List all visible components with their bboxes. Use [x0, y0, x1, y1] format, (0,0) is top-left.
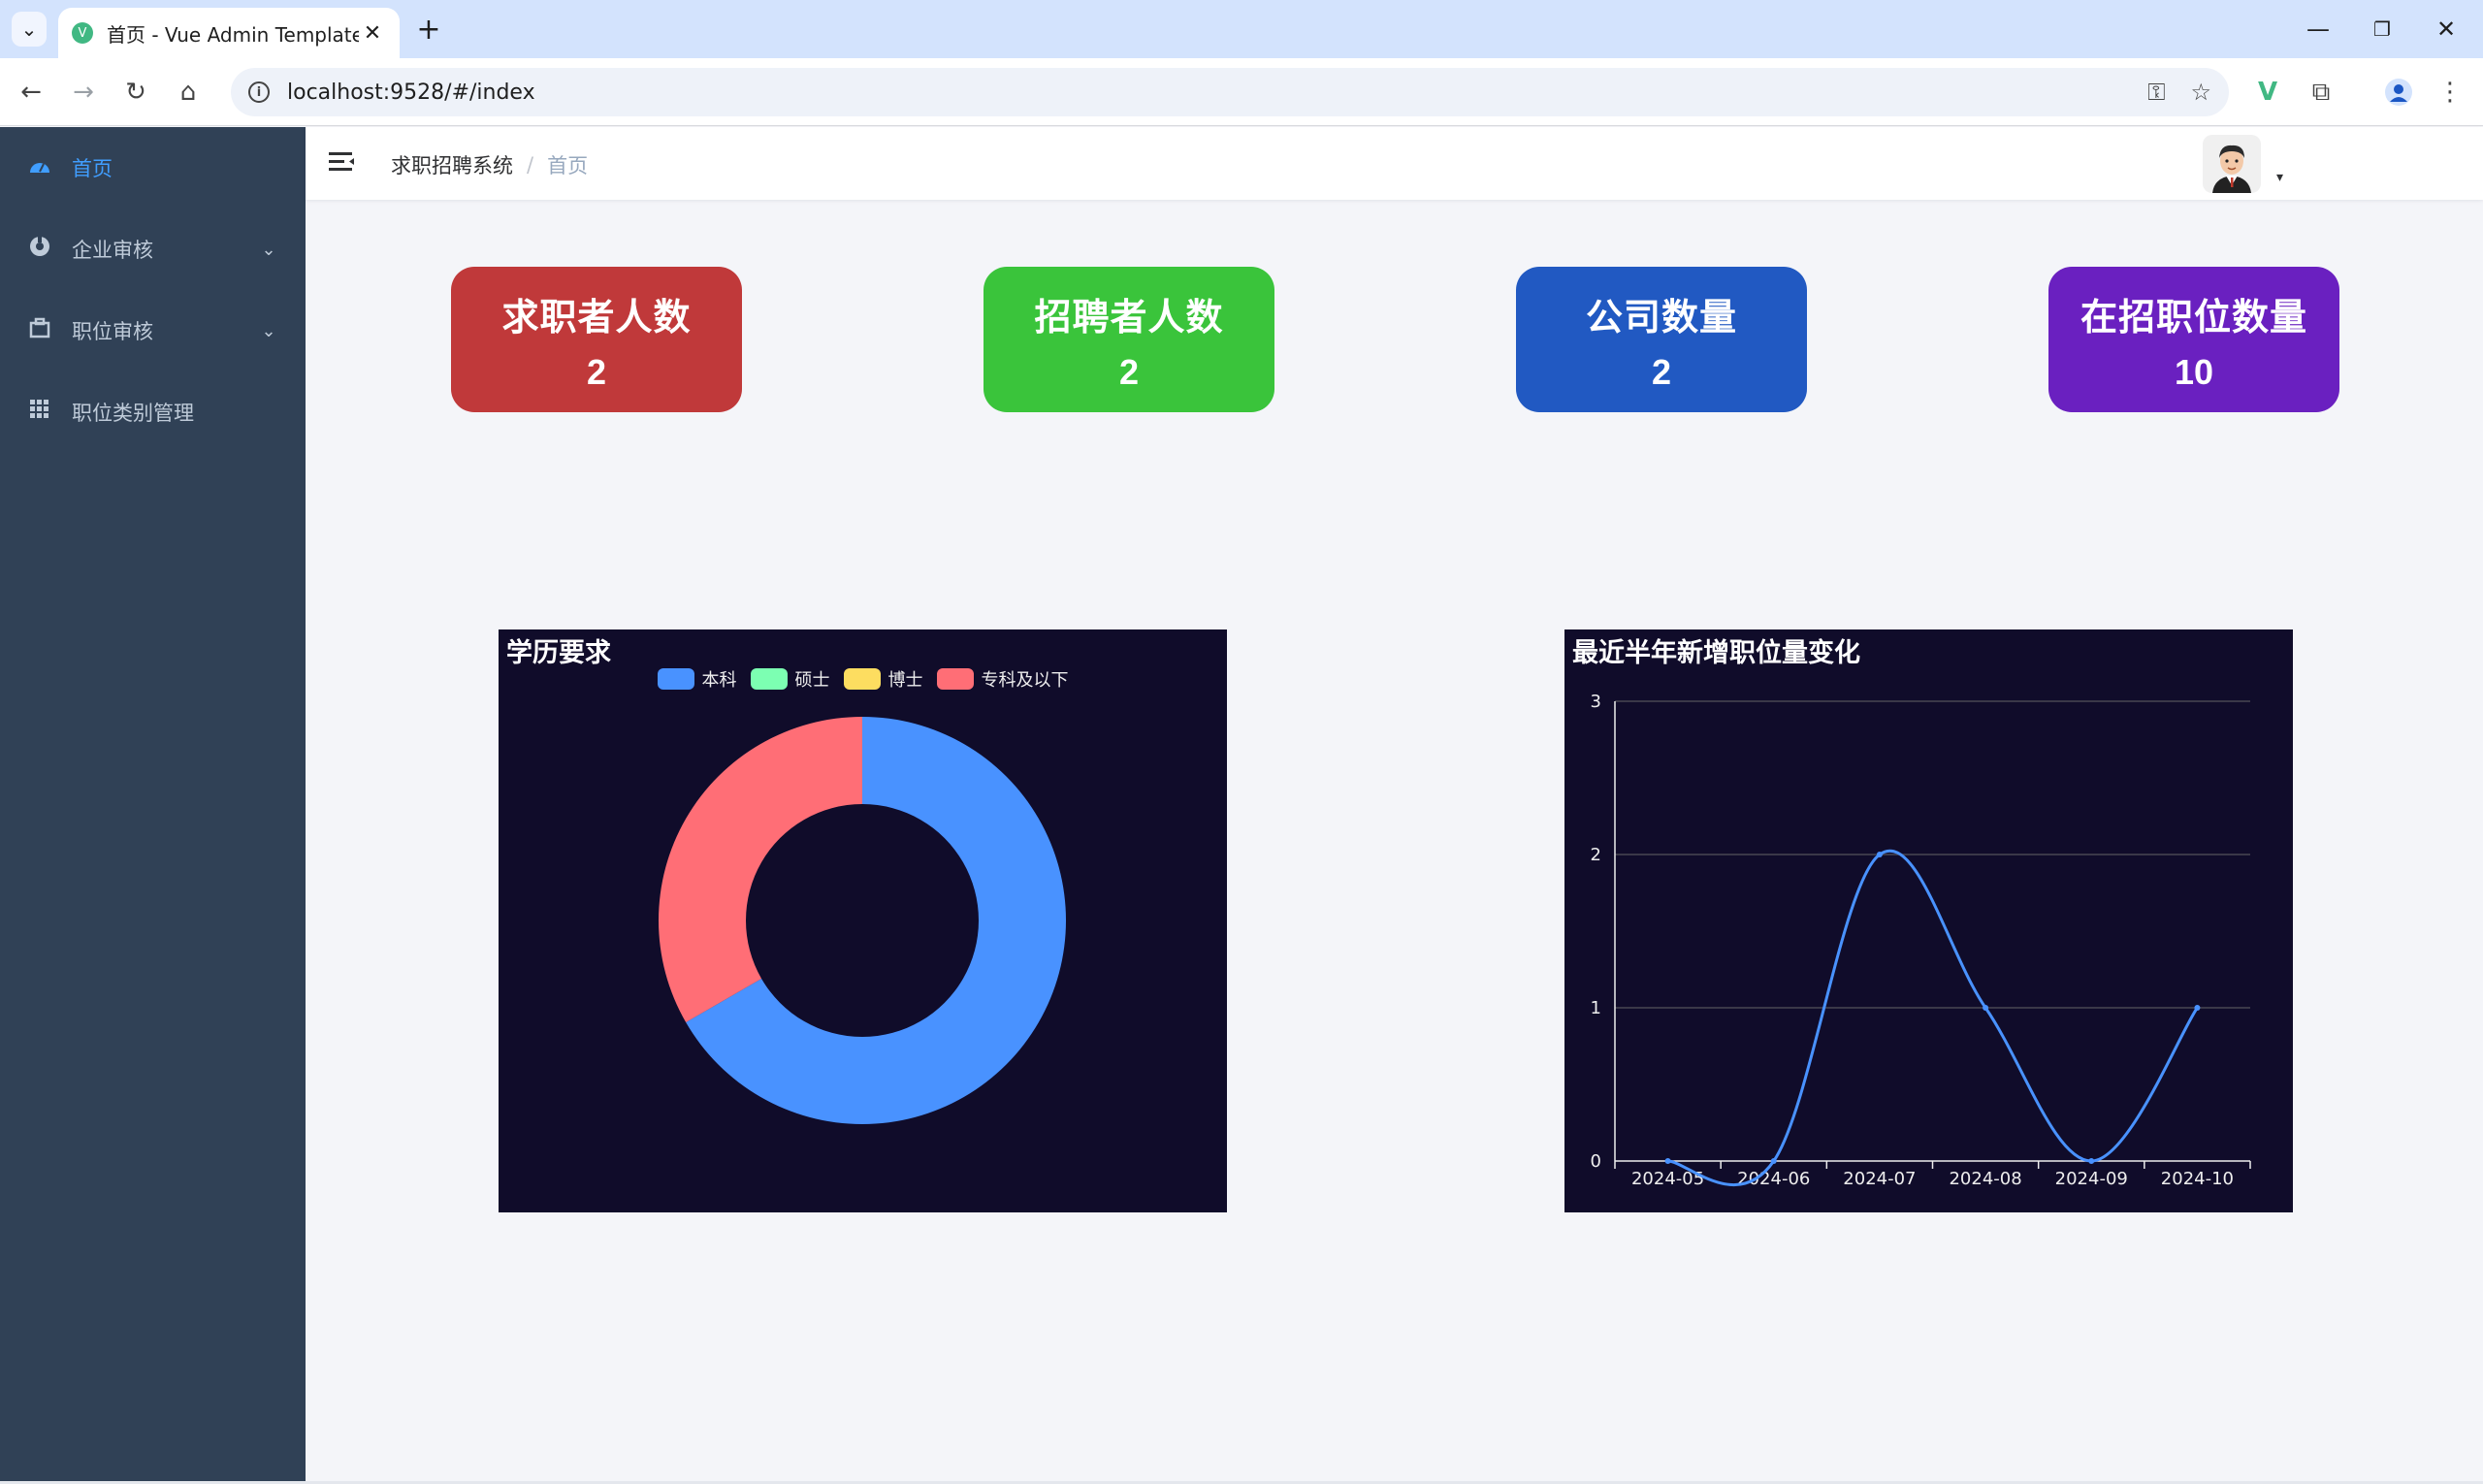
avatar[interactable]	[2203, 135, 2261, 193]
stat-label: 在招职位数量	[2080, 295, 2307, 339]
x-tick-label: 2024-09	[2055, 1169, 2128, 1189]
stat-label: 公司数量	[1585, 295, 1737, 339]
sidebar-item-label: 职位类别管理	[72, 402, 194, 425]
browser-toolbar: ← → ↻ ⌂ i localhost:9528/#/index ⚿ ☆ V ⧉…	[0, 58, 2483, 126]
top-navbar: 求职招聘系统 / 首页 ▾	[306, 127, 2483, 200]
series-line	[1667, 850, 2199, 1186]
address-bar[interactable]: i localhost:9528/#/index ⚿ ☆	[231, 68, 2229, 116]
line-plot: 01232024-05 2024-06 2024-07 2024-08 2024-09 2…	[1591, 692, 2251, 1189]
sidebar: 首页 企业审核 ⌄ 职位审核 ⌄ 职位类别管理	[0, 127, 306, 1484]
data-point[interactable]	[1770, 1158, 1777, 1164]
close-window-icon[interactable]: ✕	[2417, 10, 2475, 48]
stat-value: 10	[2174, 351, 2214, 392]
stat-card-companies: 公司数量 2	[1516, 267, 1807, 412]
sidebar-item-label: 首页	[72, 157, 113, 180]
sidebar-item-position-review[interactable]: 职位审核 ⌄	[0, 290, 306, 371]
stat-value: 2	[1118, 351, 1140, 392]
donut-plot	[659, 717, 1066, 1124]
stat-label: 招聘者人数	[1034, 295, 1224, 339]
company-icon	[27, 236, 52, 263]
sidebar-item-category-management[interactable]: 职位类别管理	[0, 371, 306, 453]
plus-icon[interactable]: +	[411, 12, 446, 47]
vue-favicon-icon: V	[72, 22, 93, 44]
restore-icon[interactable]: ❐	[2353, 10, 2411, 48]
stat-value: 2	[1651, 351, 1672, 392]
stat-value: 2	[586, 351, 607, 392]
x-tick-label: 2024-10	[2161, 1169, 2234, 1189]
chevron-down-icon[interactable]: ⌄	[12, 12, 47, 47]
close-icon[interactable]: ✕	[359, 21, 386, 46]
reload-icon[interactable]: ↻	[116, 73, 155, 112]
grid-icon	[27, 400, 52, 425]
breadcrumb-item-system[interactable]: 求职招聘系统	[391, 150, 513, 179]
data-point[interactable]	[1983, 1005, 1989, 1011]
profile-icon[interactable]	[2381, 75, 2416, 110]
data-point[interactable]	[1664, 1158, 1671, 1164]
back-icon[interactable]: ←	[12, 73, 50, 112]
y-tick-label: 1	[1591, 998, 1601, 1018]
star-icon[interactable]: ☆	[2190, 79, 2211, 106]
chevron-down-icon: ⌄	[261, 239, 276, 260]
info-icon[interactable]: i	[248, 81, 270, 103]
vue-devtools-icon[interactable]: V	[2250, 75, 2285, 110]
breadcrumb-item-current: 首页	[547, 154, 589, 177]
sidebar-item-label: 企业审核	[72, 239, 153, 262]
key-icon[interactable]: ⚿	[2147, 79, 2165, 106]
new-positions-line-chart: 最近半年新增职位量变化 0 1 2 3 2024-05 2024-06 2024-07 202…	[1564, 629, 2293, 1212]
x-tick-label: 2024-07	[1843, 1169, 1916, 1189]
caret-down-icon[interactable]: ▾	[2276, 170, 2283, 185]
breadcrumb: 求职招聘系统 / 首页	[391, 150, 588, 179]
y-tick-label: 2	[1591, 845, 1601, 865]
browser-tab-bar: ⌄ V 首页 - Vue Admin Template ✕ + — ❐ ✕	[0, 0, 2483, 58]
stat-label: 求职者人数	[501, 295, 692, 339]
forward-icon[interactable]: →	[64, 73, 103, 112]
sidebar-item-label: 职位审核	[72, 320, 153, 343]
data-point[interactable]	[2194, 1005, 2201, 1011]
stat-card-job-seekers: 求职者人数 2	[451, 267, 742, 412]
home-icon[interactable]: ⌂	[169, 73, 208, 112]
donut-slice-专科及以下[interactable]	[659, 717, 862, 1022]
dashboard-icon	[27, 156, 52, 180]
sidebar-item-company-review[interactable]: 企业审核 ⌄	[0, 209, 306, 290]
tab-title: 首页 - Vue Admin Template	[107, 22, 359, 47]
chevron-down-icon: ⌄	[261, 320, 276, 341]
hamburger-icon[interactable]	[329, 150, 356, 177]
education-donut-chart: 学历要求 本科 硕士 博士 专科及以下	[499, 629, 1227, 1212]
stat-card-open-positions: 在招职位数量 10	[2048, 267, 2339, 412]
browser-tab[interactable]: V 首页 - Vue Admin Template ✕	[58, 8, 400, 58]
minimize-icon[interactable]: —	[2289, 10, 2347, 48]
y-tick-label: 0	[1591, 1151, 1601, 1172]
x-tick-label: 2024-06	[1737, 1169, 1810, 1189]
sidebar-item-home[interactable]: 首页	[0, 127, 306, 209]
x-tick-label: 2024-08	[1949, 1169, 2021, 1189]
extensions-icon[interactable]: ⧉	[2304, 75, 2338, 110]
briefcase-icon	[27, 317, 52, 344]
more-icon[interactable]: ⋮	[2433, 75, 2467, 110]
stat-card-recruiters: 招聘者人数 2	[984, 267, 1274, 412]
y-tick-label: 3	[1591, 692, 1601, 712]
data-point[interactable]	[1876, 852, 1883, 857]
breadcrumb-separator: /	[527, 153, 534, 177]
url-text[interactable]: localhost:9528/#/index	[287, 81, 2122, 105]
data-point[interactable]	[2088, 1158, 2095, 1164]
